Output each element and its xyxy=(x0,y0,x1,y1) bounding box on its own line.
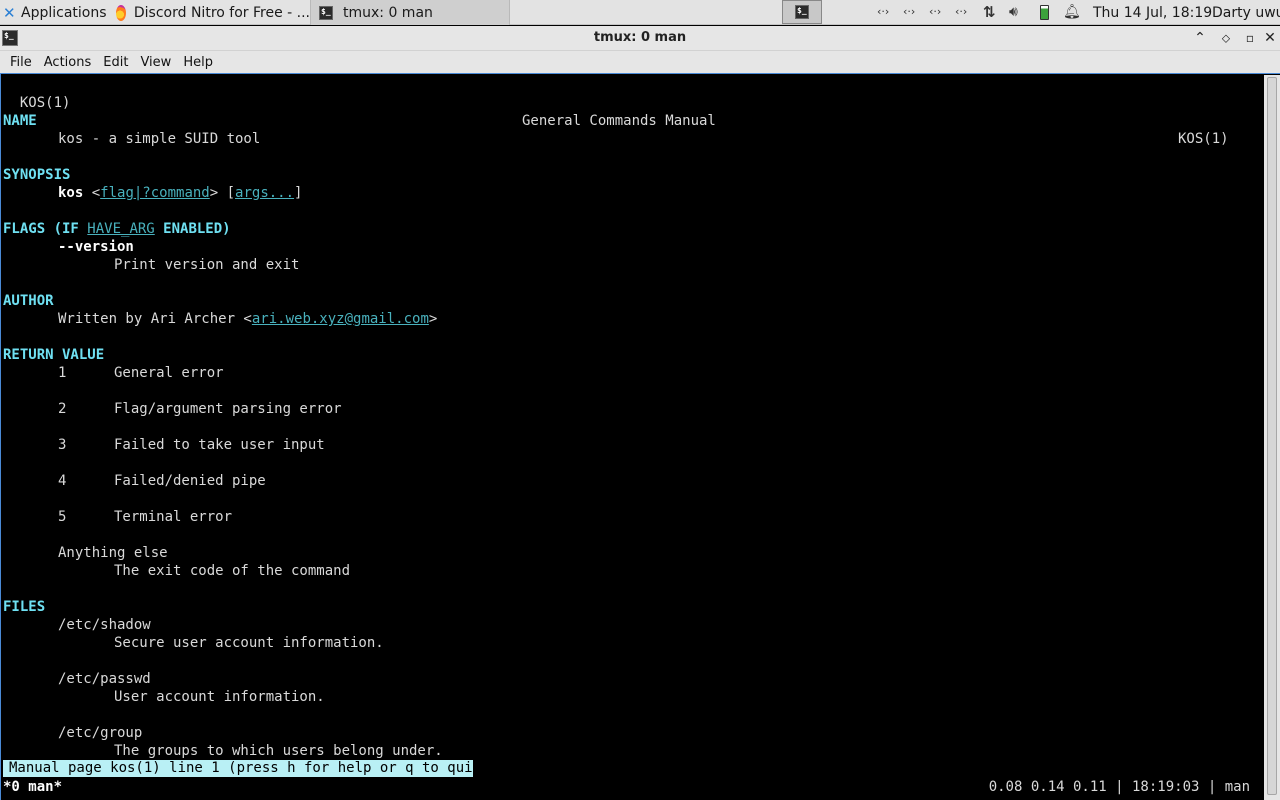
volume-icon[interactable]: 🔊︎ xyxy=(1009,4,1018,20)
header-right: KOS(1) xyxy=(1178,131,1229,147)
file-description: The groups to which users belong under. xyxy=(114,743,443,759)
file-path: /etc/group xyxy=(58,725,143,741)
return-code: 4 xyxy=(58,473,67,489)
window-title: tmux: 0 man xyxy=(593,30,687,45)
section-heading-synopsis: SYNOPSIS xyxy=(3,167,71,183)
return-description: Flag/argument parsing error xyxy=(114,401,342,417)
network-icon[interactable]: ‹·› xyxy=(877,5,889,18)
file-description: Secure user account information. xyxy=(114,635,384,651)
file-path: /etc/passwd xyxy=(58,671,151,687)
return-description: Failed to take user input xyxy=(114,437,325,453)
return-else-label: Anything else xyxy=(58,545,168,561)
section-heading-flags: FLAGS (IF HAVE_ARG ENABLED) xyxy=(3,220,231,238)
tmux-window-list[interactable]: *0 man* xyxy=(3,778,62,796)
pager-prompt: Manual page kos(1) line 1 (press h for h… xyxy=(3,760,489,777)
menu-actions[interactable]: Actions xyxy=(38,55,98,70)
author-prefix: Written by Ari Archer < xyxy=(58,311,252,327)
applications-menu-button[interactable]: ✕ Applications xyxy=(0,0,108,25)
network-icon[interactable]: ‹·› xyxy=(955,5,967,18)
return-code: 2 xyxy=(58,401,67,417)
return-code: 1 xyxy=(58,365,67,381)
section-heading-name: NAME xyxy=(3,113,37,129)
file-description: User account information. xyxy=(114,689,325,705)
return-description: Terminal error xyxy=(114,509,233,525)
return-else-description: The exit code of the command xyxy=(114,563,351,579)
scrollbar-thumb[interactable] xyxy=(1267,77,1277,795)
notification-bell-icon[interactable]: 🔔︎ xyxy=(1063,4,1081,20)
transfer-arrows-icon[interactable]: ⇅ xyxy=(983,3,996,21)
synopsis-command: kos xyxy=(58,185,84,201)
synopsis-arg-args: args... xyxy=(235,185,295,201)
return-description: Failed/denied pipe xyxy=(114,473,266,489)
tmux-status-right: 0.08 0.14 0.11 | 18:19:03 | man xyxy=(988,779,1250,795)
section-heading-files: FILES xyxy=(3,599,46,615)
menu-file[interactable]: File xyxy=(4,55,38,70)
window-titlebar[interactable]: $_ tmux: 0 man ⌃ ⬦ ▫ ✕ xyxy=(0,26,1280,51)
author-suffix: > xyxy=(428,311,438,327)
network-icon[interactable]: ‹·› xyxy=(903,5,915,18)
taskbar-item-tmux[interactable]: $_ tmux: 0 man xyxy=(310,0,510,25)
header-center: General Commands Manual xyxy=(522,113,716,129)
section-heading-return-value: RETURN VALUE xyxy=(3,347,105,363)
menubar: File Actions Edit View Help xyxy=(0,51,1280,73)
applications-label: Applications xyxy=(21,4,107,21)
synopsis-bracket: ] xyxy=(294,185,303,201)
return-code: 3 xyxy=(58,437,67,453)
firefox-icon xyxy=(116,4,126,21)
top-panel: ✕ Applications Discord Nitro for Free - … xyxy=(0,0,1280,25)
taskbar-item-discord[interactable]: Discord Nitro for Free - ... xyxy=(110,0,310,25)
name-text: kos - a simple SUID tool xyxy=(58,131,261,147)
menu-edit[interactable]: Edit xyxy=(97,55,134,70)
flags-heading-part: FLAGS (IF xyxy=(3,221,88,237)
return-description: General error xyxy=(114,365,224,381)
flag-name: --version xyxy=(58,239,134,255)
close-icon[interactable]: ✕ xyxy=(1260,28,1280,48)
file-path: /etc/shadow xyxy=(58,617,151,633)
network-icon[interactable]: ‹·› xyxy=(929,5,941,18)
maximize-icon[interactable]: ▫ xyxy=(1240,28,1260,48)
flags-heading-part: ENABLED) xyxy=(154,221,231,237)
user-menu[interactable]: Darty uwu xyxy=(1212,0,1280,25)
flags-heading-link: HAVE_ARG xyxy=(87,221,155,237)
battery-icon[interactable] xyxy=(1040,5,1049,20)
header-left: KOS(1) xyxy=(19,95,71,111)
author-email: ari.web.xyz@gmail.com xyxy=(251,311,429,327)
terminal-icon: $_ xyxy=(795,5,809,19)
clock[interactable]: Thu 14 Jul, 18:19 xyxy=(1093,0,1212,25)
synopsis-bracket: < xyxy=(83,185,101,201)
restore-icon[interactable]: ⬦ xyxy=(1216,28,1236,48)
taskbar-item-label: tmux: 0 man xyxy=(343,4,433,21)
menu-help[interactable]: Help xyxy=(177,55,219,70)
author-line: Written by Ari Archer <ari.web.xyz@gmail… xyxy=(58,310,437,328)
minimize-icon[interactable]: ⌃ xyxy=(1190,28,1210,48)
taskbar-item-label: Discord Nitro for Free - ... xyxy=(133,4,310,21)
terminal-icon: $_ xyxy=(319,5,333,20)
section-heading-author: AUTHOR xyxy=(3,293,54,309)
synopsis-bracket: > [ xyxy=(209,185,236,201)
terminal-scrollbar[interactable] xyxy=(1264,75,1280,800)
menu-view[interactable]: View xyxy=(134,55,177,70)
return-code: 5 xyxy=(58,509,67,525)
workspace-switcher[interactable]: $_ xyxy=(782,0,822,24)
xfce-logo-icon: ✕ xyxy=(3,3,16,22)
flag-description: Print version and exit xyxy=(114,257,300,273)
synopsis-line: kos <flag|?command> [args...] xyxy=(58,184,302,202)
synopsis-arg-flag: flag|?command xyxy=(100,185,210,201)
man-header: KOS(1) General Commands Manual KOS(1) xyxy=(3,76,1229,147)
